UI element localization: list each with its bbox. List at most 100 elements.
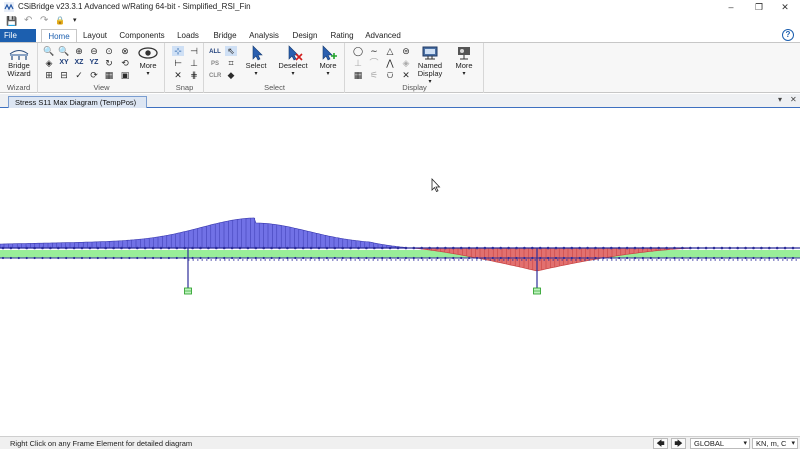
nav-left-arrow-icon[interactable]: 🡄	[653, 438, 668, 449]
checkmark-icon[interactable]: ✓	[73, 70, 85, 80]
minimize-button[interactable]: –	[718, 0, 744, 14]
joint	[602, 256, 605, 260]
joint	[310, 256, 313, 260]
snap-lines-icon[interactable]: ✕	[172, 70, 184, 80]
joint	[388, 246, 392, 250]
view-xz-button[interactable]: XZ	[73, 58, 85, 68]
show-forces-icon[interactable]: ✕	[400, 70, 412, 80]
tab-components[interactable]: Components	[118, 29, 166, 42]
snap-fine-grid-icon[interactable]: ⋕	[188, 70, 200, 80]
show-joints-icon[interactable]: ◯	[352, 46, 364, 56]
snap-perpendicular-icon[interactable]: ⊥	[188, 58, 200, 68]
nav-right-arrow-icon[interactable]: 🡆	[671, 438, 686, 449]
joint	[341, 256, 344, 260]
tab-file[interactable]: File	[0, 29, 36, 42]
zoom-out-icon[interactable]: 🔍	[58, 46, 70, 56]
show-bridge-icon[interactable]: ⩂	[384, 70, 396, 80]
invert-select-icon[interactable]: ◆	[225, 70, 237, 80]
model-view-canvas[interactable]	[0, 109, 800, 436]
joint	[246, 246, 250, 250]
clear-selection-button[interactable]: CLR	[209, 71, 221, 81]
show-extrude-icon[interactable]: ⊜	[400, 46, 412, 56]
joint	[104, 256, 107, 260]
3d-view-icon[interactable]: ◈	[43, 58, 55, 68]
select-all-button[interactable]: ALL	[209, 47, 221, 57]
perspective-icon[interactable]: ⟲	[119, 58, 131, 68]
joint	[499, 256, 502, 260]
rotate-icon[interactable]: ↻	[103, 58, 115, 68]
restore-view-icon[interactable]: ⊗	[119, 46, 131, 56]
intersect-select-icon[interactable]: ⌗	[225, 58, 237, 68]
undo-icon[interactable]: ↶	[24, 15, 32, 27]
tab-layout[interactable]: Layout	[80, 29, 110, 42]
joint	[152, 256, 155, 260]
show-shield-icon[interactable]: ◈	[400, 58, 412, 68]
zoom-in-icon[interactable]: 🔍	[43, 46, 55, 56]
close-button[interactable]: ✕	[772, 0, 798, 14]
joint	[396, 256, 400, 260]
joint	[191, 256, 194, 260]
joint	[744, 256, 747, 260]
bridge-wizard-button[interactable]: Bridge Wizard	[3, 45, 35, 78]
show-all-icon[interactable]: ▣	[119, 70, 131, 80]
view-more-button[interactable]: More ▾	[135, 45, 161, 78]
extrude-icon[interactable]: ▦	[103, 70, 115, 80]
customize-qat-icon[interactable]: ▾	[73, 15, 77, 27]
tab-design[interactable]: Design	[290, 29, 320, 42]
redo-icon[interactable]: ↷	[40, 15, 48, 27]
joint	[562, 256, 566, 260]
show-loads-icon[interactable]: ⊥	[352, 58, 364, 68]
joint	[775, 246, 779, 250]
shrink-icon[interactable]: ⊟	[58, 70, 70, 80]
view-xy-button[interactable]: XY	[58, 58, 70, 68]
snap-intersections-icon[interactable]: ⊢	[172, 58, 184, 68]
refresh-icon[interactable]: ⟳	[88, 70, 100, 80]
select-button[interactable]: Select ▾	[242, 45, 270, 78]
tab-close-icon[interactable]: ✕	[790, 95, 797, 104]
tab-rating[interactable]: Rating	[328, 29, 356, 42]
zoom-window-icon[interactable]: ⊕	[73, 46, 85, 56]
display-more-button[interactable]: More ▾	[450, 45, 478, 78]
tab-home[interactable]: Home	[41, 29, 77, 42]
zoom-fit-icon[interactable]: ⊙	[103, 46, 115, 56]
previous-selection-button[interactable]: PS	[209, 59, 221, 69]
pointer-icon[interactable]: ⇖	[225, 46, 237, 56]
joint	[452, 246, 455, 250]
named-display-button[interactable]: Named Display ▾	[416, 45, 444, 86]
joint	[270, 256, 273, 260]
view-yz-button[interactable]: YZ	[88, 58, 100, 68]
tab-analysis[interactable]: Analysis	[247, 29, 281, 42]
tab-advanced[interactable]: Advanced	[364, 29, 402, 42]
units-select[interactable]: KN, m, C ▾	[752, 438, 798, 449]
save-icon[interactable]: 💾	[6, 15, 17, 27]
coordinate-system-select[interactable]: GLOBAL ▾	[690, 438, 750, 449]
help-icon[interactable]: ?	[782, 29, 794, 41]
show-tables-icon[interactable]: ▦	[352, 70, 364, 80]
display-more-label: More	[455, 61, 473, 70]
joint	[294, 256, 297, 260]
document-tab-stress-diagram[interactable]: Stress S11 Max Diagram (TempPos)	[8, 96, 147, 108]
show-tendons-icon[interactable]: ⌒	[368, 58, 380, 68]
joint	[768, 246, 771, 250]
show-triangle-icon[interactable]: △	[384, 46, 396, 56]
lock-icon[interactable]: 🔒	[55, 15, 65, 27]
tab-dropdown-icon[interactable]: ▾	[778, 95, 782, 104]
show-frames-icon[interactable]: ∼	[368, 46, 380, 56]
select-more-button[interactable]: More ▾	[315, 45, 341, 78]
set-limits-icon[interactable]: ⊞	[43, 70, 55, 80]
snap-ends-icon[interactable]: ⊣	[188, 46, 200, 56]
show-deformed-icon[interactable]: ⋀	[384, 58, 396, 68]
tab-bridge[interactable]: Bridge	[210, 29, 240, 42]
bridge-wizard-label: Bridge Wizard	[7, 61, 31, 78]
snap-points-icon[interactable]: ⊹	[172, 46, 184, 56]
deselect-label: Deselect	[278, 61, 308, 70]
group-label-display: Display	[402, 83, 427, 92]
restore-button[interactable]: ❐	[746, 0, 772, 14]
joint	[404, 256, 407, 260]
joint	[791, 246, 795, 250]
deselect-button[interactable]: Deselect ▾	[277, 45, 309, 78]
show-ruler-icon[interactable]: ⚟	[368, 70, 380, 80]
joint	[215, 246, 218, 250]
tab-loads[interactable]: Loads	[174, 29, 202, 42]
pan-icon[interactable]: ⊖	[88, 46, 100, 56]
